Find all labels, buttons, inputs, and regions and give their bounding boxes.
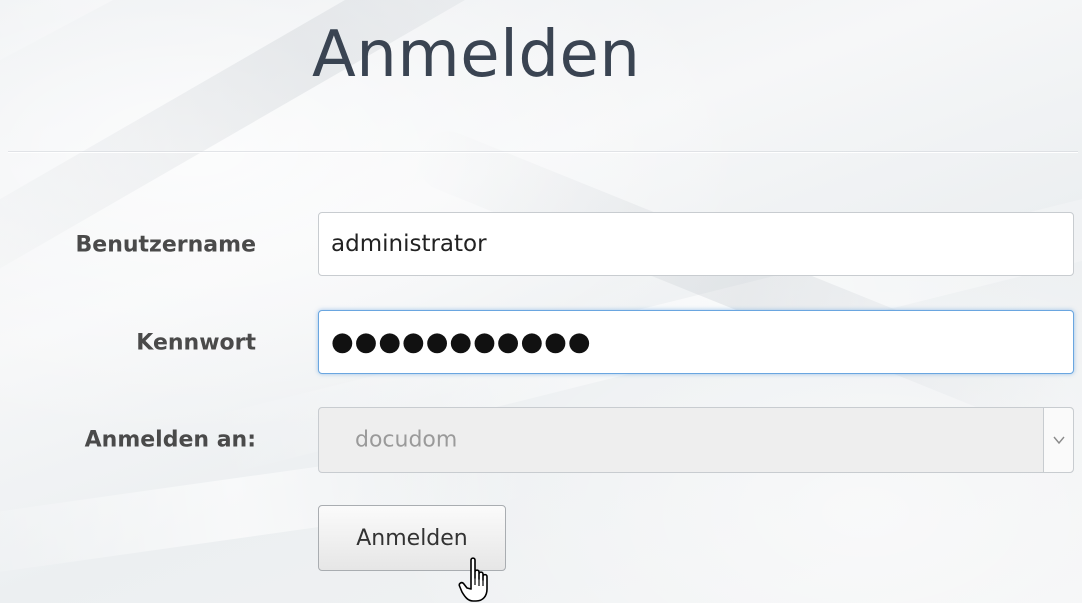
domain-row: Anmelden an: docudom [0, 407, 1082, 473]
password-row: Kennwort [0, 310, 1082, 376]
password-field[interactable] [318, 310, 1074, 374]
domain-select-value: docudom [355, 427, 458, 453]
domain-label: Anmelden an: [84, 427, 256, 453]
username-field[interactable] [318, 212, 1074, 276]
username-row: Benutzername [0, 212, 1082, 278]
domain-select[interactable]: docudom [318, 407, 1074, 473]
password-label: Kennwort [136, 330, 256, 356]
header-divider [8, 152, 1078, 153]
page-title: Anmelden [312, 18, 641, 92]
chevron-down-icon [1053, 436, 1065, 445]
username-label: Benutzername [75, 232, 256, 258]
dropdown-button[interactable] [1043, 408, 1073, 472]
hand-pointer-icon [458, 557, 488, 602]
